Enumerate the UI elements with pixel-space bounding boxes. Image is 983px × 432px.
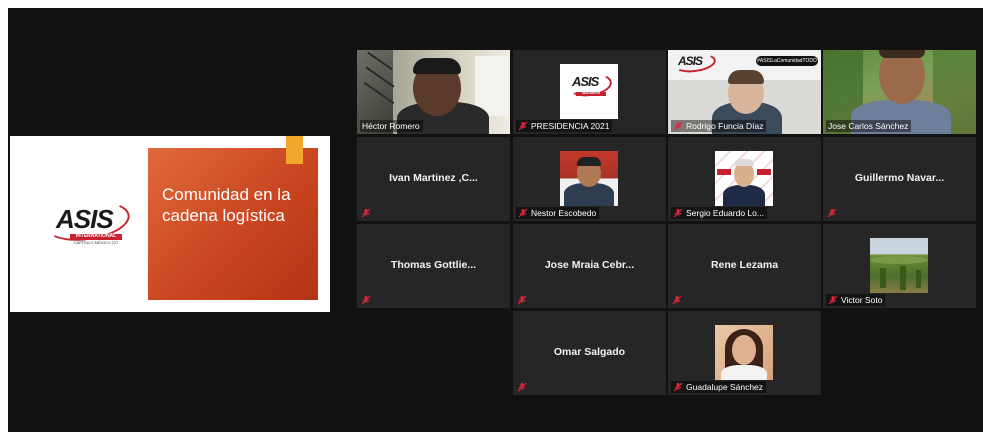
- profile-picture: [870, 238, 928, 293]
- participant-name: Rodrigo Funcia Díaz: [686, 121, 764, 131]
- asis-logo-word: ASIS: [678, 54, 703, 68]
- participant-tile-ivan-martinez[interactable]: Ivan Martinez ,C...: [357, 137, 510, 221]
- muted-mic-icon: [517, 382, 527, 392]
- asis-logo: ASIS: [672, 51, 718, 75]
- muted-mic-icon: [361, 295, 371, 305]
- participant-name: Sergio Eduardo Lo...: [686, 208, 764, 218]
- slide-title: Comunidad en la cadena logística: [162, 185, 291, 225]
- participant-tile-guillermo-navar[interactable]: Guillermo Navar...: [823, 137, 976, 221]
- participant-name: Héctor Romero: [362, 121, 420, 131]
- hashtag-text: #ASISLaComunidadTODO: [757, 58, 817, 64]
- participant-name: Guadalupe Sánchez: [686, 382, 764, 392]
- participant-name: PRESIDENCIA 2021: [531, 121, 610, 131]
- participant-tile-jose-carlos[interactable]: Jose Carlos Sánchez: [823, 50, 976, 134]
- muted-mic-icon: [361, 208, 371, 218]
- asis-logo: ASIS SEGURIDAD: [566, 71, 614, 104]
- participant-name-label: Jose Carlos Sánchez: [826, 120, 912, 132]
- muted-mic-icon: [672, 295, 682, 305]
- participant-name: Victor Soto: [841, 295, 883, 305]
- shared-screen-slide[interactable]: ASIS INTERNATIONAL CAPÍTULO MÉXICO 217 C…: [10, 136, 330, 312]
- participant-tile-rene-lezama[interactable]: Rene Lezama: [668, 224, 821, 308]
- participant-tile-jose-mraia[interactable]: Jose Mraia Cebr...: [513, 224, 666, 308]
- muted-mic-icon: [827, 208, 837, 218]
- muted-mic-icon: [673, 121, 683, 131]
- asis-logo: ASIS INTERNATIONAL CAPÍTULO MÉXICO 217: [41, 196, 134, 252]
- muted-mic-icon: [673, 208, 683, 218]
- participant-tile-thomas-gottlie[interactable]: Thomas Gottlie...: [357, 224, 510, 308]
- participant-tile-guadalupe-sanchez[interactable]: Guadalupe Sánchez: [668, 311, 821, 395]
- participant-name-label: Guadalupe Sánchez: [671, 381, 767, 393]
- profile-picture-logo: ASIS SEGURIDAD: [560, 64, 618, 119]
- profile-picture: [715, 151, 773, 206]
- participant-name-label: Nestor Escobedo: [516, 207, 600, 219]
- participant-display-name: Omar Salgado: [553, 346, 626, 358]
- participant-display-name: Thomas Gottlie...: [390, 259, 477, 271]
- meeting-gallery-view: ASIS INTERNATIONAL CAPÍTULO MÉXICO 217 C…: [8, 8, 983, 432]
- muted-mic-icon: [518, 208, 528, 218]
- participant-tile-omar-salgado[interactable]: Omar Salgado: [513, 311, 666, 395]
- asis-logo-subtitle: CAPÍTULO MÉXICO 217: [73, 240, 119, 245]
- asis-logo-word: ASIS: [572, 74, 599, 89]
- participant-display-name: Guillermo Navar...: [854, 172, 945, 184]
- muted-mic-icon: [673, 382, 683, 392]
- asis-logo-word: ASIS: [56, 204, 114, 234]
- participant-tile-nestor-escobedo[interactable]: Nestor Escobedo: [513, 137, 666, 221]
- muted-mic-icon: [518, 121, 528, 131]
- profile-picture: [560, 151, 618, 206]
- hashtag-banner: #ASISLaComunidadTODO: [756, 56, 818, 66]
- participant-tile-sergio-eduardo[interactable]: Sergio Eduardo Lo...: [668, 137, 821, 221]
- asis-logo-band: SEGURIDAD: [576, 92, 606, 96]
- participant-name: Jose Carlos Sánchez: [828, 121, 909, 131]
- participant-name-label: Héctor Romero: [360, 120, 423, 132]
- participant-display-name: Rene Lezama: [710, 259, 779, 271]
- participant-name: Nestor Escobedo: [531, 208, 597, 218]
- participant-tile-presidencia[interactable]: ASIS SEGURIDAD PRESIDENCIA 2021: [513, 50, 666, 134]
- participant-name-label: Rodrigo Funcia Díaz: [671, 120, 767, 132]
- profile-picture: [715, 325, 773, 380]
- participant-name-label: Sergio Eduardo Lo...: [671, 207, 767, 219]
- participant-tile-victor-soto[interactable]: Victor Soto: [823, 224, 976, 308]
- participant-name-label: PRESIDENCIA 2021: [516, 120, 613, 132]
- participant-display-name: Ivan Martinez ,C...: [389, 172, 478, 184]
- slide-accent-bar: [286, 136, 303, 164]
- participant-tile-rodrigo-funcia[interactable]: ASIS #ASISLaComunidadTODO Rodrigo Funcia…: [668, 50, 821, 134]
- participant-name-label: Victor Soto: [826, 294, 886, 306]
- participant-tile-hector-romero[interactable]: Héctor Romero: [357, 50, 510, 134]
- participant-display-name: Jose Mraia Cebr...: [544, 259, 635, 271]
- muted-mic-icon: [517, 295, 527, 305]
- muted-mic-icon: [828, 295, 838, 305]
